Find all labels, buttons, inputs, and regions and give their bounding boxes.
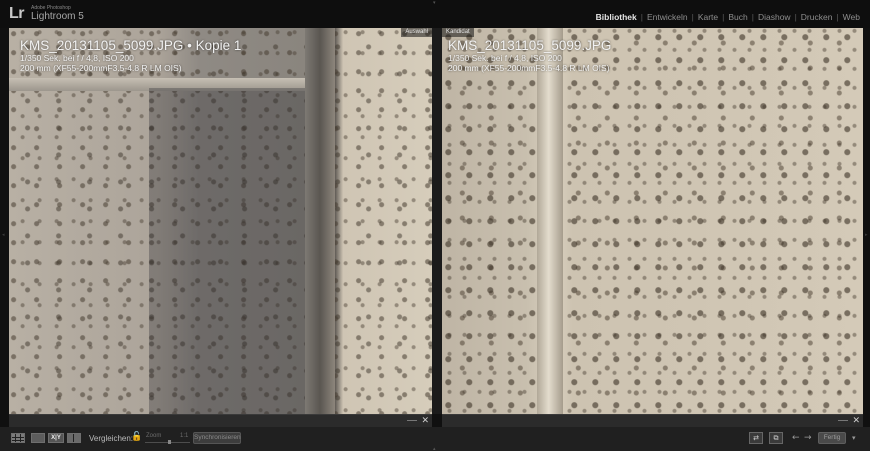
top-bar: Lr Adobe Photoshop Lightroom 5 ▾ Bibliot…: [0, 0, 870, 28]
select-strip: ✕: [9, 414, 432, 427]
module-diashow[interactable]: Diashow: [754, 12, 795, 22]
candidate-exposure: 1/350 Sek. bei f / 4,8, ISO 200: [448, 53, 562, 63]
loupe-view-icon[interactable]: [31, 433, 45, 443]
next-arrow-icon[interactable]: →: [804, 433, 812, 443]
candidate-strip: ✕: [442, 414, 863, 427]
compare-pane-candidate[interactable]: Kandidat KMS_20131105_5099.JPG 1/350 Sek…: [442, 28, 863, 414]
select-filename: KMS_20131105_5099.JPG • Kopie 1: [20, 38, 242, 53]
panel-toggle-bottom-icon[interactable]: ▴: [433, 446, 436, 451]
panel-toggle-left-icon[interactable]: ◂: [2, 232, 5, 238]
compare-label: Vergleichen:: [89, 434, 134, 443]
survey-view-icon[interactable]: [67, 433, 81, 443]
previous-arrow-icon[interactable]: ←: [792, 433, 800, 443]
panel-toggle-right-icon[interactable]: ▸: [865, 232, 868, 238]
make-select-icon[interactable]: ⧉: [769, 432, 783, 444]
zoom-slider-thumb[interactable]: [168, 440, 171, 444]
sync-button[interactable]: Synchronisieren: [193, 432, 241, 444]
toolbar-menu-icon[interactable]: ▾: [852, 434, 856, 442]
candidate-info-overlay: KMS_20131105_5099.JPG 1/350 Sek. bei f /…: [448, 38, 611, 73]
candidate-filename: KMS_20131105_5099.JPG: [448, 38, 612, 53]
candidate-rating-icon[interactable]: [838, 420, 848, 422]
zoom-value: 1:1: [180, 433, 189, 439]
done-button[interactable]: Fertig: [818, 432, 846, 444]
zoom-lock-icon[interactable]: 🔓: [131, 432, 142, 442]
select-exposure: 1/350 Sek. bei f / 4,8, ISO 200: [20, 53, 134, 63]
pane-divider: [432, 28, 442, 414]
select-tag: Auswahl: [401, 28, 432, 37]
select-close-icon[interactable]: ✕: [421, 416, 429, 426]
compare-view-button[interactable]: X|Y: [48, 433, 64, 443]
photo-candidate: [442, 28, 863, 414]
select-rating-icon[interactable]: [407, 420, 417, 422]
zoom-label: Zoom: [146, 433, 162, 439]
select-lens: 200 mm (XF55-200mmF3.5-4.8 R LM OIS): [20, 63, 182, 73]
candidate-lens: 200 mm (XF55-200mmF3.5-4.8 R LM OIS): [448, 63, 610, 73]
candidate-tag: Kandidat: [442, 28, 474, 37]
grid-view-icon[interactable]: [11, 433, 25, 443]
candidate-close-icon[interactable]: ✕: [852, 416, 860, 426]
module-picker: Bibliothek | Entwickeln | Karte | Buch |…: [592, 12, 864, 22]
lightroom-logo-icon: Lr: [9, 5, 25, 22]
module-entwickeln[interactable]: Entwickeln: [643, 12, 692, 22]
swap-icon[interactable]: ⇄: [749, 432, 763, 444]
module-bibliothek[interactable]: Bibliothek: [592, 12, 641, 22]
module-web[interactable]: Web: [839, 12, 864, 22]
module-karte[interactable]: Karte: [694, 12, 722, 22]
compare-pane-select[interactable]: Auswahl KMS_20131105_5099.JPG • Kopie 1 …: [9, 28, 432, 414]
module-buch[interactable]: Buch: [724, 12, 751, 22]
module-drucken[interactable]: Drucken: [797, 12, 837, 22]
select-info-overlay: KMS_20131105_5099.JPG • Kopie 1 1/350 Se…: [20, 38, 241, 73]
panel-toggle-top-icon[interactable]: ▾: [433, 0, 438, 6]
logo-product-name: Lightroom 5: [31, 11, 84, 22]
